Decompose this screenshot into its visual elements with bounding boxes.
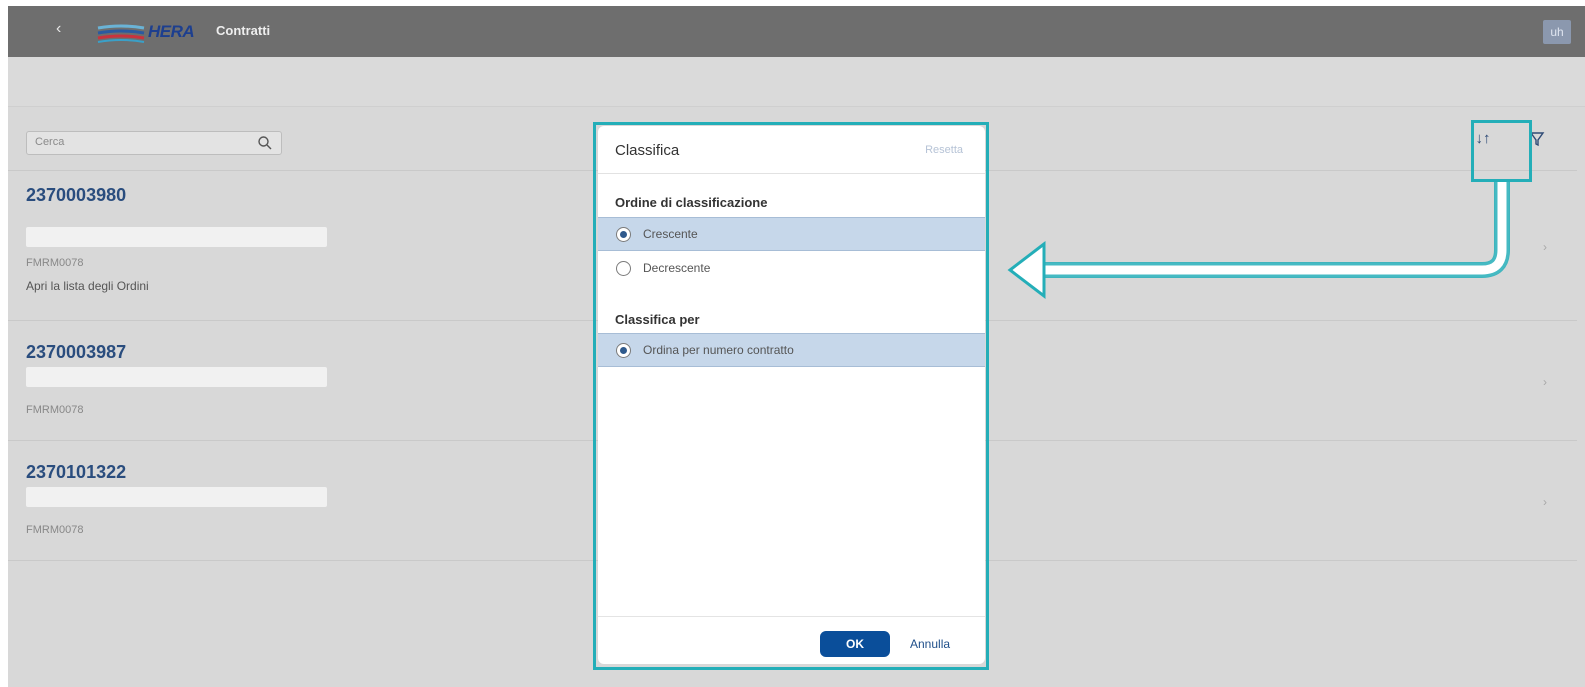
- annotation-arrow: [1007, 182, 1510, 300]
